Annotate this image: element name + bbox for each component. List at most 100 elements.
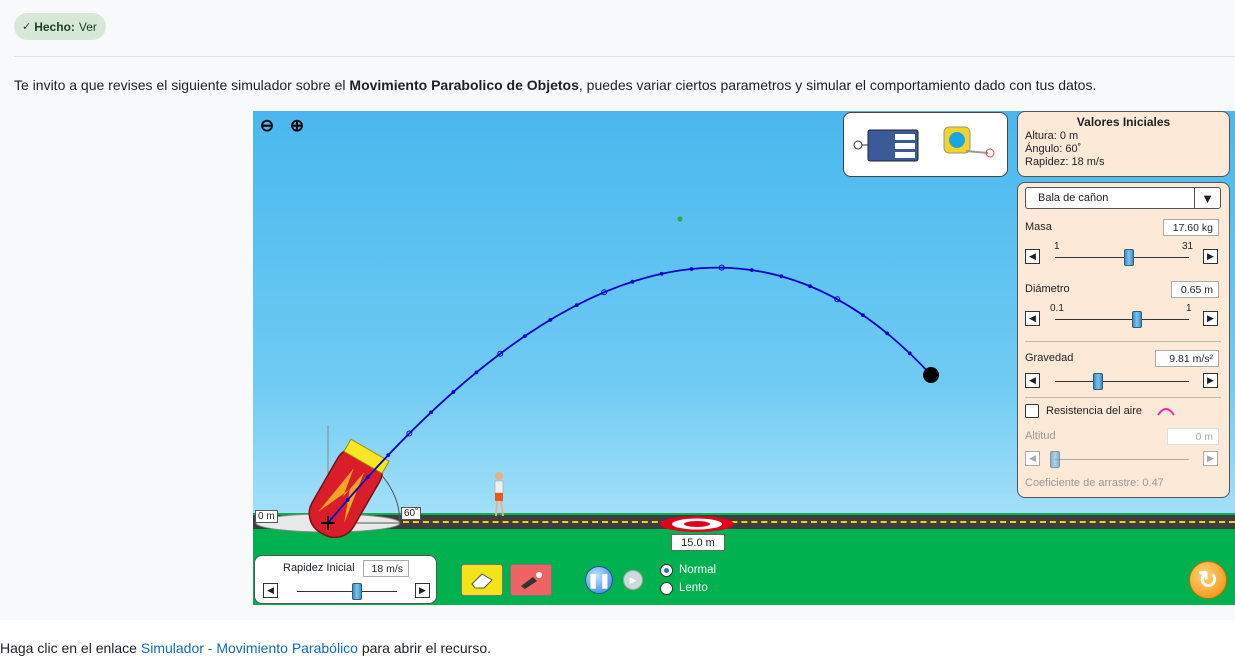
air-resistance-label: Resistencia del aire [1046, 405, 1142, 417]
speed-slow-radio[interactable] [660, 582, 673, 595]
eraser-button[interactable] [461, 564, 503, 596]
trajectory-dot [429, 410, 433, 415]
intro-bold: Movimiento Parabolico de Objetos [349, 77, 579, 93]
mass-decrease-button[interactable]: ◀ [1025, 249, 1040, 264]
gravity-label: Gravedad [1025, 352, 1074, 364]
tools-svg [853, 126, 995, 162]
diameter-decrease-button[interactable]: ◀ [1025, 311, 1040, 326]
altitude-slider-track[interactable] [1055, 459, 1189, 460]
diameter-increase-button[interactable]: ▶ [1203, 311, 1218, 326]
initial-speed-label: Rapidez Inicial [283, 562, 355, 574]
trajectory-dot [630, 279, 635, 284]
footer-text: Haga clic en el enlace Simulador - Movim… [0, 640, 492, 656]
separator [1025, 397, 1221, 398]
gravity-decrease-button[interactable]: ◀ [1025, 373, 1040, 388]
altitude-value: 0 m [1167, 428, 1219, 445]
mass-slider-track[interactable] [1055, 257, 1189, 258]
measurement-tools-panel [843, 112, 1008, 177]
simulator-link[interactable]: Simulador - Movimiento Parabólico [141, 640, 358, 656]
projectile-select[interactable]: Bala de cañon ▼ [1025, 187, 1221, 209]
gravity-value: 9.81 m/s² [1155, 350, 1219, 367]
projectile-select-value: Bala de cañon [1038, 192, 1109, 204]
zoom-out-icon: ⊖ [259, 116, 275, 135]
gravity-increase-button[interactable]: ▶ [1203, 373, 1218, 388]
chevron-down-icon: ▼ [1194, 188, 1220, 208]
initial-values-panel: Valores Iniciales Altura: 0 m Ángulo: 60… [1017, 111, 1230, 177]
zoom-in-button[interactable]: ⊕ [286, 115, 308, 137]
drag-coefficient: Coeficiente de arrastre: 0.47 [1025, 477, 1164, 489]
air-resistance-checkbox[interactable] [1025, 404, 1039, 418]
mass-increase-button[interactable]: ▶ [1203, 249, 1218, 264]
check-icon: ✓ [22, 21, 32, 33]
gravity-slider-track[interactable] [1055, 381, 1189, 382]
diameter-min: 0.1 [1050, 303, 1064, 314]
fire-button[interactable] [510, 564, 552, 596]
gravity-slider-thumb[interactable] [1092, 373, 1103, 390]
trajectory-dot [574, 303, 579, 308]
speed-increase-button[interactable]: ▶ [415, 583, 430, 598]
trajectory-dot [779, 274, 784, 279]
height-marker[interactable]: 0 m [255, 510, 278, 523]
speed-normal-label: Normal [679, 564, 717, 576]
trajectory-dot [749, 268, 754, 272]
person-icon [494, 472, 504, 517]
trajectory-dot [548, 317, 553, 322]
speed-normal-radio[interactable] [660, 564, 673, 577]
diameter-slider-thumb[interactable] [1131, 311, 1142, 328]
projectile-controls-panel: Bala de cañon ▼ Masa 17.60 kg 1 31 ◀ ▶ D… [1017, 182, 1230, 498]
initial-angle: Ángulo: 60˚ [1025, 143, 1082, 155]
trajectory-dot [365, 475, 370, 480]
intro-text: Te invito a que revises el siguiente sim… [14, 77, 1097, 93]
initial-speed-value: 18 m/s [363, 560, 409, 577]
activity-card: ✓ Hecho: Ver Te invito a que revises el … [0, 0, 1235, 620]
trajectory-dot [689, 267, 694, 271]
trajectory-dot [808, 284, 812, 289]
data-probe-icon[interactable] [853, 129, 919, 162]
trajectory-dot [907, 351, 912, 356]
separator [1025, 341, 1221, 342]
apex-marker [677, 216, 683, 222]
diameter-label: Diámetro [1025, 283, 1070, 295]
zoom-in-icon: ⊕ [289, 116, 305, 135]
trajectory-dot [474, 370, 479, 375]
trajectory-dot [885, 331, 890, 336]
pause-icon: ❚❚ [587, 571, 611, 588]
badge-action: Ver [78, 19, 97, 34]
diameter-value: 0.65 m [1171, 281, 1219, 298]
speed-decrease-button[interactable]: ◀ [263, 583, 278, 598]
initial-speed-panel: Rapidez Inicial 18 m/s ◀ ▶ [254, 555, 437, 604]
mass-label: Masa [1025, 221, 1052, 233]
zoom-out-button[interactable]: ⊖ [256, 115, 278, 137]
tape-measure-icon[interactable] [943, 126, 995, 158]
trajectory-dot [659, 271, 664, 276]
pause-button[interactable]: ❚❚ [585, 566, 613, 594]
reset-icon: ↻ [1197, 566, 1219, 594]
cannonball [923, 367, 939, 383]
completion-badge[interactable]: ✓ Hecho: Ver [14, 13, 106, 40]
trajectory-line [327, 266, 932, 524]
speed-slider-thumb[interactable] [352, 583, 362, 600]
altitude-decrease-button[interactable]: ◀ [1025, 451, 1040, 466]
reset-button[interactable]: ↻ [1189, 561, 1227, 599]
target-icon [660, 516, 734, 532]
projectile-simulator[interactable]: ⊖ ⊕ Valores Iniciales Altura: 0 m Ángulo… [253, 111, 1235, 605]
initial-height: Altura: 0 m [1025, 130, 1079, 142]
mass-slider-thumb[interactable] [1123, 249, 1134, 266]
diameter-max: 1 [1186, 303, 1192, 314]
mass-value: 17.60 kg [1163, 219, 1219, 236]
divider [14, 56, 1235, 57]
eraser-icon [471, 573, 493, 589]
target-distance[interactable]: 15.0 m [671, 534, 725, 551]
diameter-slider-track[interactable] [1055, 319, 1189, 320]
trajectory-dot [522, 334, 527, 339]
badge-status: Hecho: [34, 19, 75, 34]
trajectory-dot [386, 453, 391, 458]
speed-slider-track[interactable] [297, 591, 397, 592]
step-button[interactable]: ▶ [623, 570, 643, 590]
initial-values-title: Valores Iniciales [1076, 115, 1171, 129]
initial-speed: Rapidez: 18 m/s [1025, 156, 1105, 168]
altitude-slider-thumb[interactable] [1050, 451, 1060, 468]
altitude-increase-button[interactable]: ▶ [1203, 451, 1218, 466]
altitude-label: Altitud [1025, 430, 1056, 442]
drag-curve-icon [1157, 408, 1175, 416]
